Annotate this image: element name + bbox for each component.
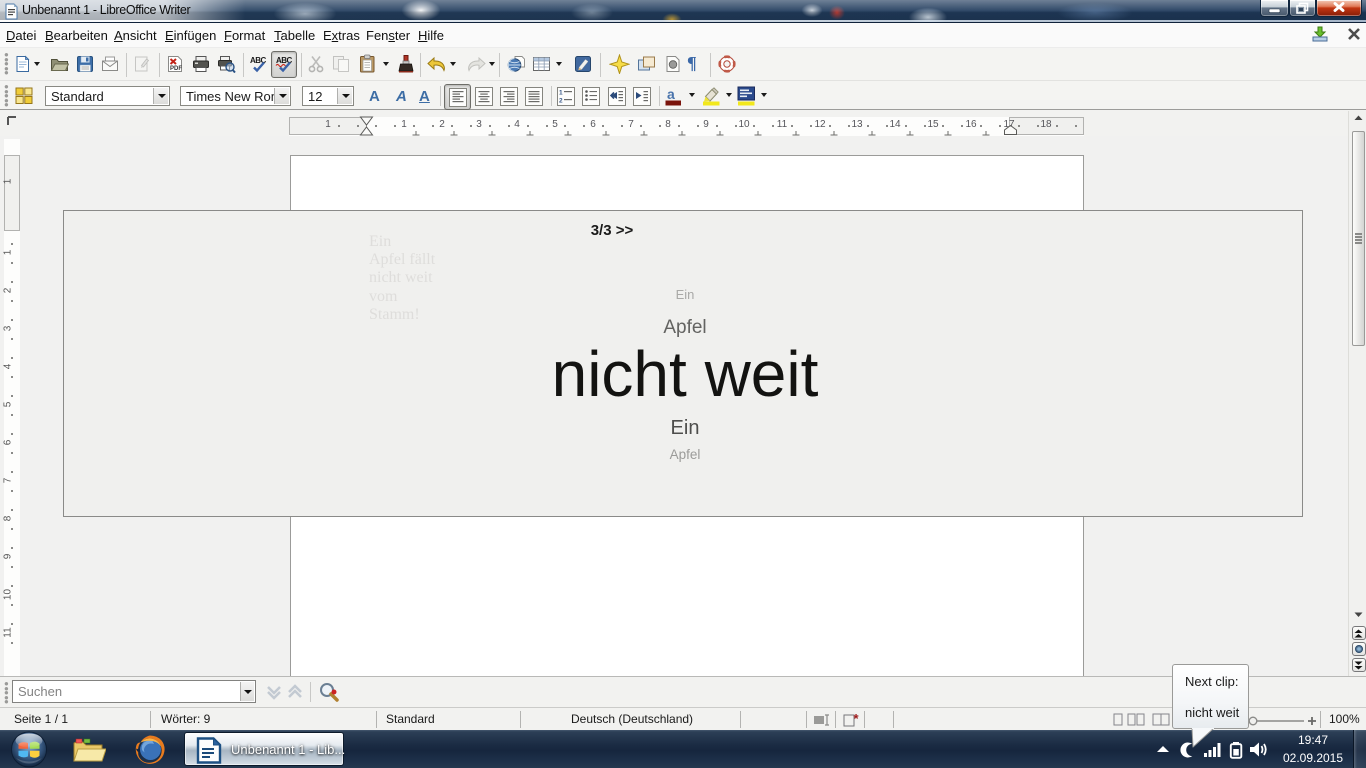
svg-text:PDF: PDF <box>170 66 182 72</box>
svg-text:1: 1 <box>559 90 563 97</box>
svg-text:*: * <box>853 713 859 726</box>
svg-text:a: a <box>667 86 675 102</box>
svg-text:2: 2 <box>559 98 563 105</box>
